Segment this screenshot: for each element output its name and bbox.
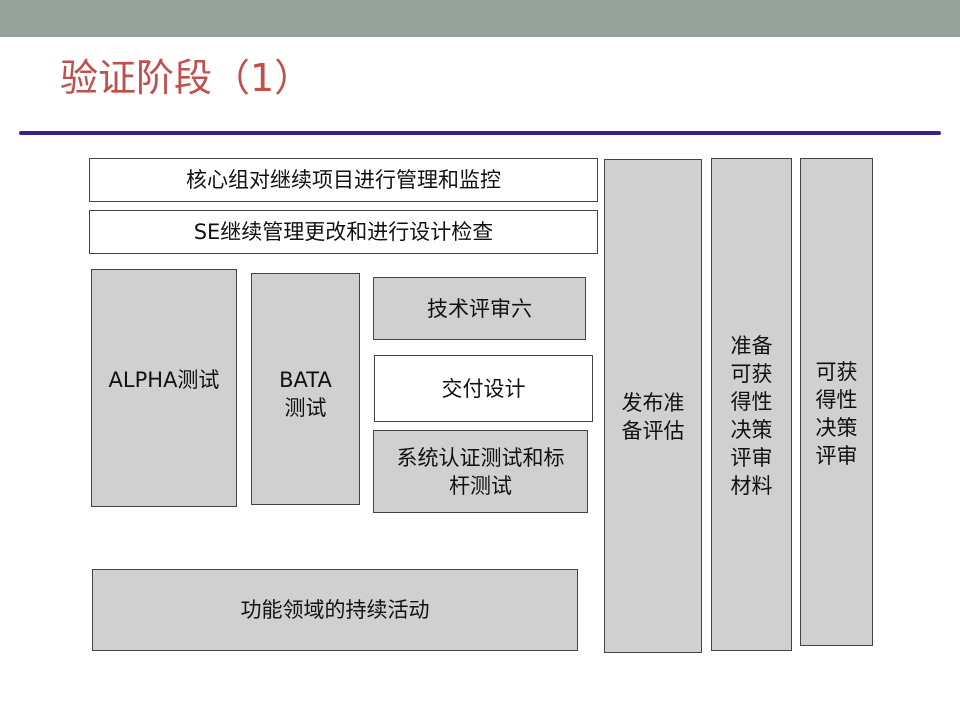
box-availability-decision-review: 可获得性决策评审 (800, 158, 873, 646)
box-availability-decision-review-label: 可获得性决策评审 (815, 360, 858, 468)
box-prepare-decision-materials: 准备可获得性决策评审材料 (711, 158, 792, 651)
box-alpha-test: ALPHA测试 (91, 269, 237, 507)
box-se-change-management-label: SE继续管理更改和进行设计检查 (193, 220, 494, 244)
box-tech-review-six-label: 技术评审六 (427, 296, 532, 321)
box-bata-test-label: BATA测试 (279, 368, 332, 420)
box-functional-area-activities-label: 功能领域的持续活动 (240, 598, 430, 622)
box-system-certification-test-label: 系统认证测试和标杆测试 (396, 445, 565, 498)
box-deliver-design-label: 交付设计 (441, 376, 526, 401)
box-core-group-monitoring: 核心组对继续项目进行管理和监控 (89, 158, 598, 202)
box-alpha-test-label: ALPHA测试 (108, 368, 220, 392)
box-se-change-management: SE继续管理更改和进行设计检查 (89, 210, 598, 254)
box-tech-review-six: 技术评审六 (373, 277, 586, 340)
top-band (0, 0, 960, 37)
box-functional-area-activities: 功能领域的持续活动 (92, 569, 578, 651)
box-core-group-monitoring-label: 核心组对继续项目进行管理和监控 (186, 168, 501, 192)
box-prepare-decision-materials-label: 准备可获得性决策评审材料 (730, 334, 773, 498)
box-deliver-design: 交付设计 (374, 355, 593, 422)
box-release-readiness-evaluation: 发布准备评估 (604, 159, 702, 653)
box-system-certification-test: 系统认证测试和标杆测试 (373, 430, 588, 513)
box-release-readiness-evaluation-label: 发布准备评估 (621, 391, 685, 443)
box-bata-test: BATA测试 (251, 273, 360, 505)
title-divider (19, 131, 941, 135)
slide-title: 验证阶段（1） (60, 56, 313, 100)
